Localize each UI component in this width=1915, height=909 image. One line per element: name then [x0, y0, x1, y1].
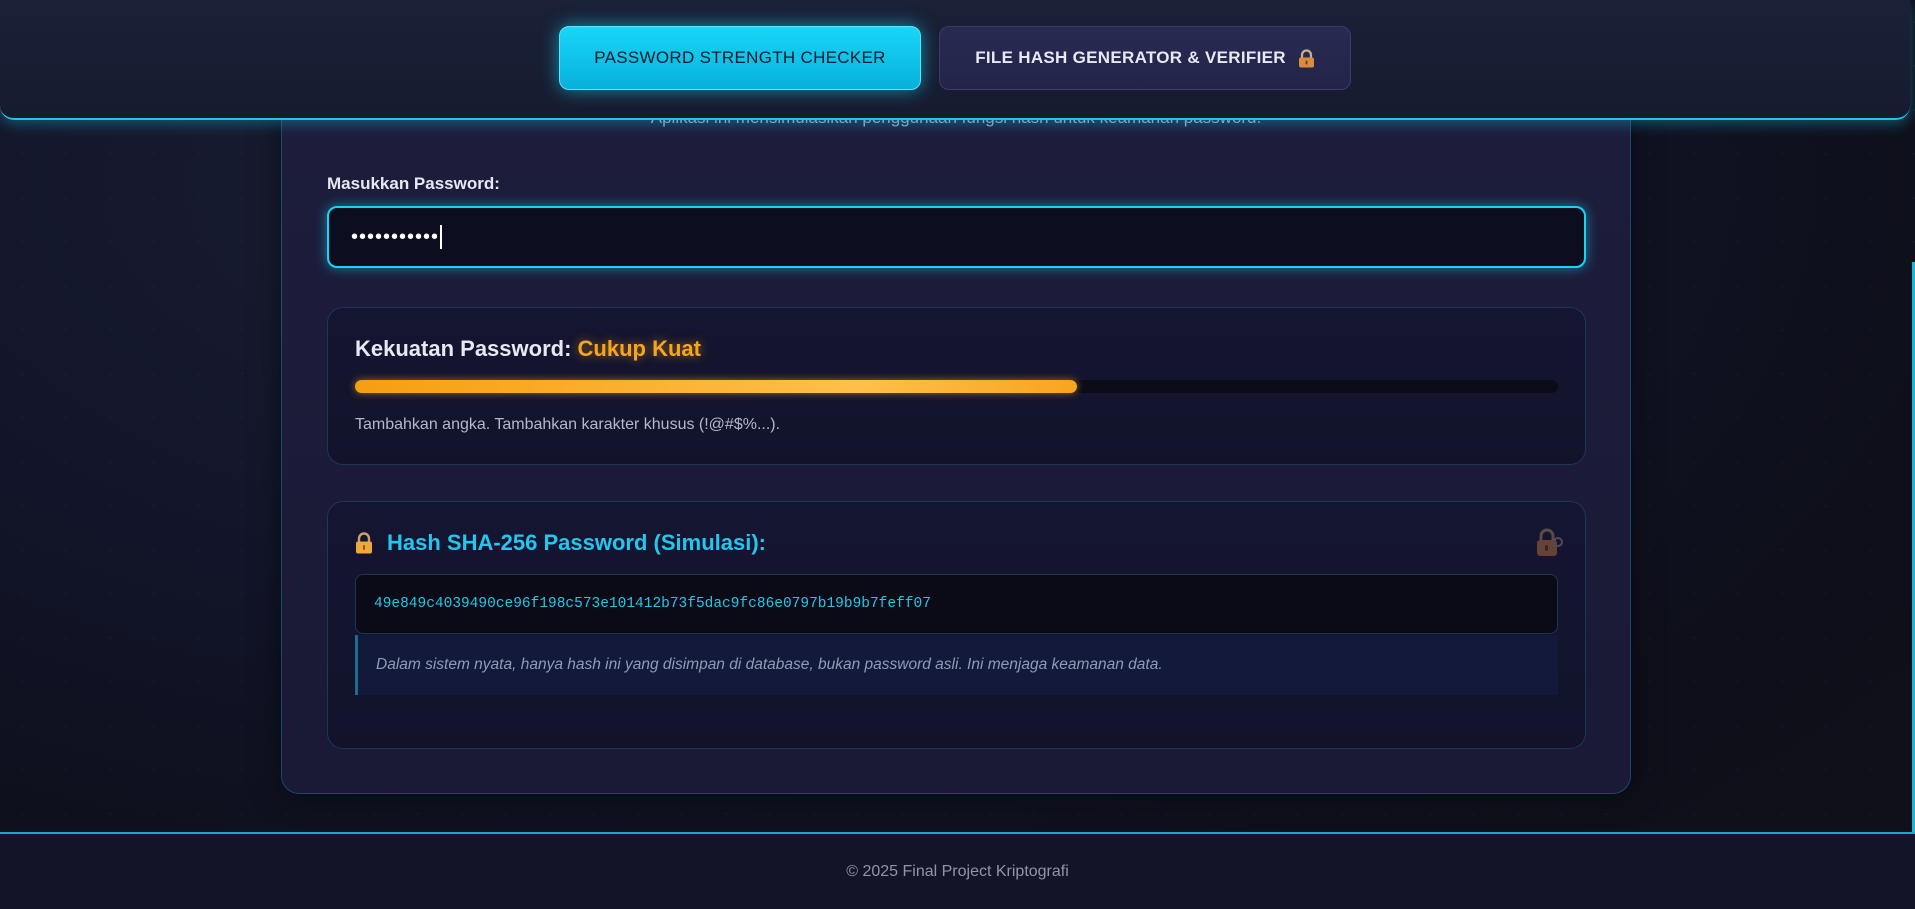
strength-progress-fill: [355, 380, 1077, 393]
main-card: Aplikasi ini mensimulasikan penggunaan f…: [281, 60, 1631, 794]
lock-icon: [356, 532, 372, 554]
lock-key-icon: [1537, 528, 1563, 556]
strength-panel: Kekuatan Password: Cukup Kuat Tambahkan …: [327, 307, 1586, 465]
password-input[interactable]: •••••••••••: [327, 206, 1586, 268]
lock-icon: [1298, 48, 1314, 67]
tab-label: PASSWORD STRENGTH CHECKER: [594, 48, 886, 67]
footer-text: © 2025 Final Project Kriptografi: [846, 862, 1069, 880]
strength-progress-bar: [355, 380, 1558, 393]
top-navigation: PASSWORD STRENGTH CHECKER FILE HASH GENE…: [0, 0, 1910, 120]
hash-heading: Hash SHA-256 Password (Simulasi):: [355, 530, 766, 556]
strength-level: Cukup Kuat: [577, 336, 701, 361]
password-value: •••••••••••: [351, 225, 440, 248]
footer: © 2025 Final Project Kriptografi: [0, 832, 1915, 909]
tab-file-hash-generator[interactable]: FILE HASH GENERATOR & VERIFIER: [939, 26, 1351, 90]
strength-label: Kekuatan Password:: [355, 336, 572, 361]
hash-panel: Hash SHA-256 Password (Simulasi): 49e849…: [327, 501, 1586, 749]
hash-output[interactable]: 49e849c4039490ce96f198c573e101412b73f5da…: [355, 574, 1558, 634]
tab-label: FILE HASH GENERATOR & VERIFIER: [975, 48, 1286, 67]
hash-title: Hash SHA-256 Password (Simulasi):: [387, 530, 767, 555]
tab-password-strength-checker[interactable]: PASSWORD STRENGTH CHECKER: [559, 26, 921, 90]
strength-heading: Kekuatan Password: Cukup Kuat: [355, 336, 701, 362]
text-caret: [440, 225, 443, 249]
password-label: Masukkan Password:: [327, 174, 500, 193]
strength-hint: Tambahkan angka. Tambahkan karakter khus…: [355, 416, 781, 433]
hash-note: Dalam sistem nyata, hanya hash ini yang …: [355, 635, 1558, 695]
